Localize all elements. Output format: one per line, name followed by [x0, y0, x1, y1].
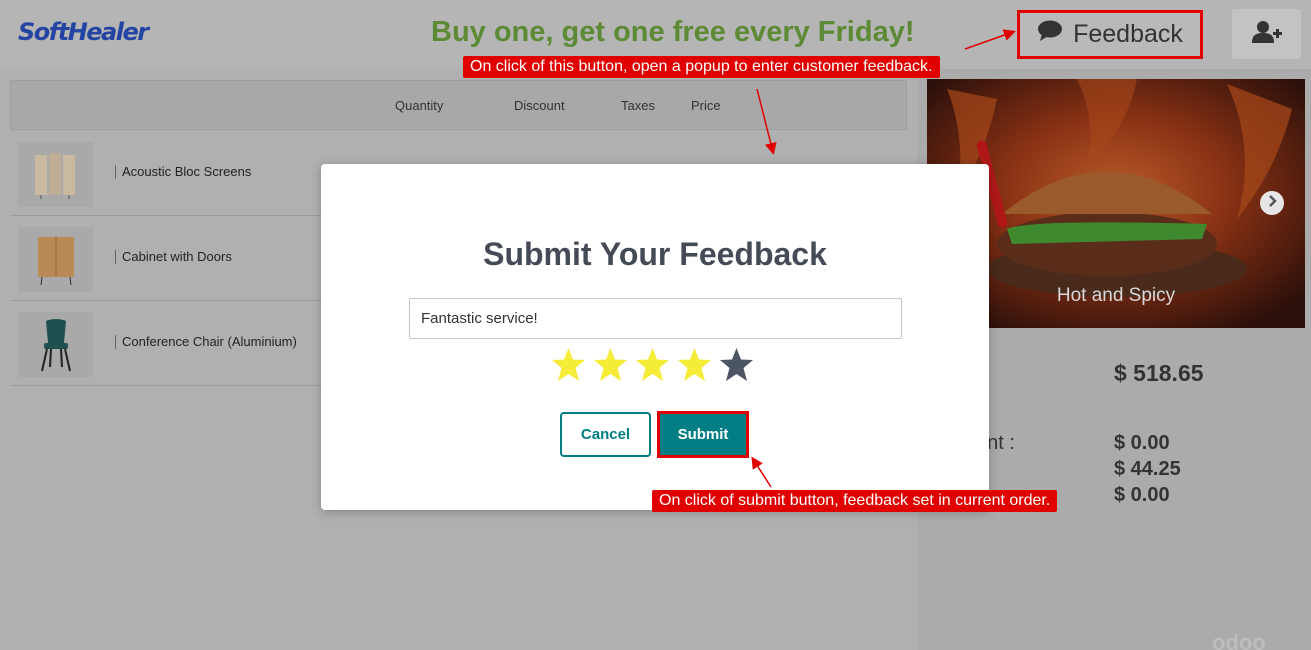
- submit-button-annotation: On click of submit button, feedback set …: [652, 490, 1058, 512]
- tax-value: $ 44.25: [1114, 458, 1181, 480]
- star-empty-icon[interactable]: [719, 347, 754, 383]
- product-name: Acoustic Bloc Screens: [115, 165, 251, 179]
- product-image-cabinet: [18, 227, 93, 292]
- column-taxes: Taxes: [621, 98, 655, 113]
- column-discount: Discount: [514, 98, 565, 113]
- column-price: Price: [691, 98, 721, 113]
- feedback-button-annotation: On click of this button, open a popup to…: [463, 56, 940, 78]
- star-filled-icon[interactable]: [635, 347, 670, 383]
- feedback-dialog: Submit Your Feedback Cancel Submit: [321, 164, 989, 510]
- carousel-next-button[interactable]: [1260, 191, 1284, 215]
- speech-bubble-icon: [1037, 20, 1063, 49]
- feedback-input[interactable]: [409, 298, 902, 339]
- product-name: Cabinet with Doors: [115, 250, 232, 264]
- submit-highlight: Submit: [657, 411, 749, 458]
- star-rating: [551, 347, 754, 383]
- product-image-chair: [18, 312, 93, 377]
- star-filled-icon[interactable]: [593, 347, 628, 383]
- star-filled-icon[interactable]: [677, 347, 712, 383]
- order-table-header: Quantity Discount Taxes Price: [10, 80, 907, 130]
- total-value: $ 518.65: [1114, 360, 1204, 386]
- change-value: $ 0.00: [1114, 484, 1170, 506]
- add-customer-button[interactable]: [1232, 9, 1301, 59]
- odoo-watermark: odoo: [1212, 630, 1266, 650]
- star-filled-icon[interactable]: [551, 347, 586, 383]
- submit-button[interactable]: Submit: [660, 414, 746, 455]
- company-logo: SoftHealer: [18, 18, 149, 46]
- product-image-acoustic-screens: [18, 142, 93, 207]
- column-quantity: Quantity: [395, 98, 444, 113]
- add-user-icon: [1251, 20, 1282, 49]
- promo-message: Buy one, get one free every Friday!: [431, 16, 915, 48]
- product-name: Conference Chair (Aluminium): [115, 335, 297, 349]
- cancel-button[interactable]: Cancel: [560, 412, 651, 457]
- discount-value: $ 0.00: [1114, 432, 1170, 454]
- feedback-button-label: Feedback: [1073, 20, 1183, 48]
- chevron-right-icon: [1266, 194, 1278, 212]
- dialog-title: Submit Your Feedback: [483, 236, 827, 272]
- feedback-button[interactable]: Feedback: [1017, 10, 1203, 59]
